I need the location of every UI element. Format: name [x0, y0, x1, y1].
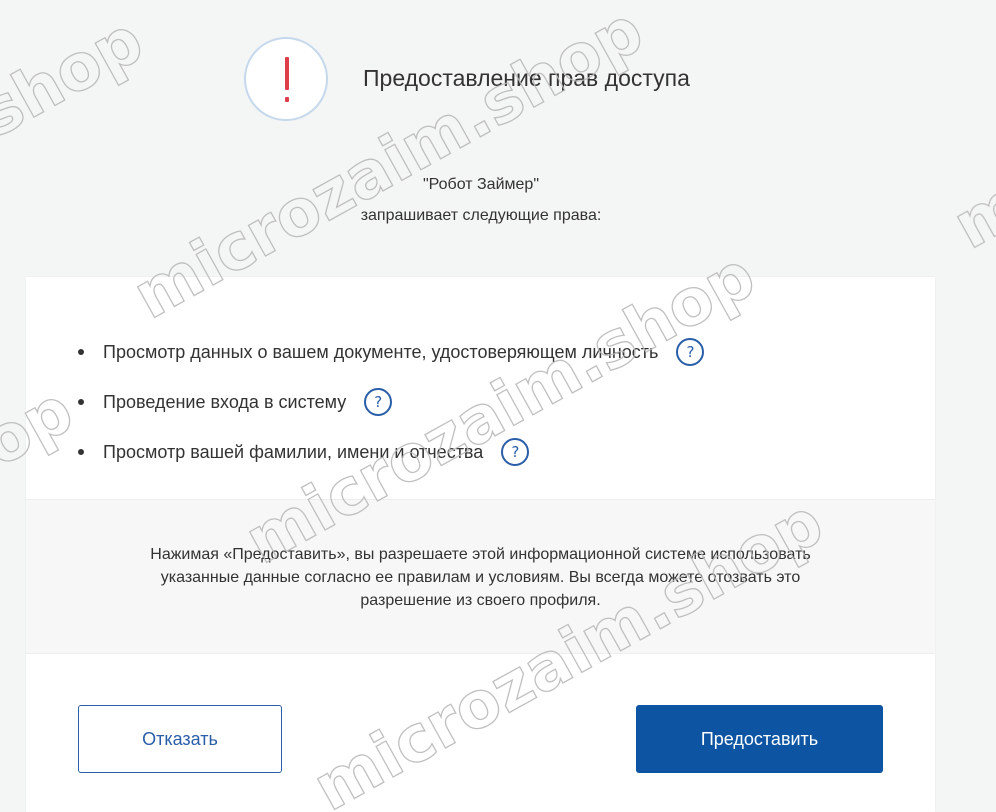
requester-name: "Робот Займер"	[422, 176, 539, 193]
notice-line: разрешение из своего профиля.	[360, 592, 601, 609]
consent-notice-text: Нажимая «Предоставить», вы разрешаете эт…	[26, 543, 935, 612]
bullet-icon	[78, 349, 84, 355]
help-icon[interactable]: ?	[501, 438, 530, 466]
notice-line: Нажимая «Предоставить», вы разрешаете эт…	[150, 546, 811, 563]
permission-label: Просмотр данных о вашем документе, удост…	[103, 341, 659, 362]
permissions-list: Просмотр данных о вашем документе, удост…	[26, 327, 705, 477]
page-title: Предоставление прав доступа	[363, 65, 690, 91]
notice-line: указанные данные согласно ее правилам и …	[160, 569, 801, 586]
permission-item: Просмотр вашей фамилии, имени и отчества…	[26, 427, 704, 477]
grant-button[interactable]: Предоставить	[636, 705, 883, 773]
alert-icon	[244, 37, 328, 121]
permission-item: Просмотр данных о вашем документе, удост…	[26, 327, 705, 377]
help-icon[interactable]: ?	[676, 338, 705, 366]
permission-item: Проведение входа в систему ?	[26, 377, 704, 427]
permission-label: Просмотр вашей фамилии, имени и отчества	[103, 441, 484, 462]
consent-notice: Нажимая «Предоставить», вы разрешаете эт…	[26, 499, 935, 654]
permission-label: Проведение входа в систему	[103, 391, 347, 412]
bullet-icon	[78, 449, 84, 455]
bullet-icon	[78, 399, 84, 405]
help-icon[interactable]: ?	[364, 388, 393, 416]
decline-button[interactable]: Отказать	[78, 705, 282, 773]
permissions-card: Просмотр данных о вашем документе, удост…	[26, 277, 935, 812]
requester-text: запрашивает следующие права:	[360, 207, 602, 224]
